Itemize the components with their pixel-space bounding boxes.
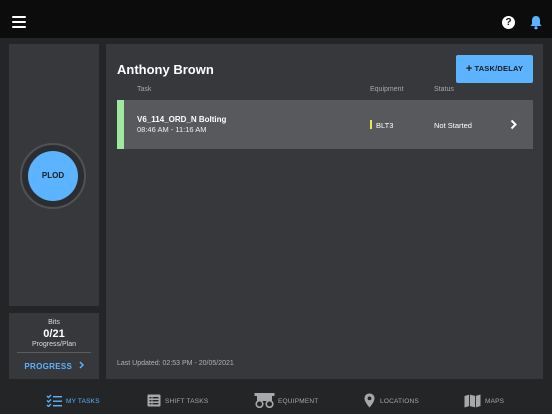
nav-shift-tasks[interactable]: SHIFT TASKS (147, 388, 211, 414)
column-header-task: Task (137, 86, 152, 93)
drill-rig-icon (254, 393, 275, 408)
equipment-marker (370, 120, 372, 129)
checklist-icon (46, 394, 62, 407)
task-name: V6_114_ORD_N Bolting (137, 115, 227, 124)
chevron-right-icon[interactable] (510, 119, 517, 130)
progress-summary: Bits 0/21 Progress/Plan PROGRESS (9, 313, 99, 379)
nav-locations[interactable]: LOCATIONS (364, 388, 422, 414)
task-time: 08:46 AM - 11:16 AM (137, 125, 207, 134)
task-row[interactable]: V6_114_ORD_N Bolting 08:46 AM - 11:16 AM… (117, 100, 533, 149)
map-pin-icon (364, 393, 375, 408)
progress-button-label: PROGRESS (24, 362, 73, 371)
nav-my-tasks-label: MY TASKS (66, 398, 100, 405)
last-updated: Last Updated: 02:53 PM - 20/05/2021 (117, 360, 234, 367)
top-bar: ? (0, 0, 552, 38)
nav-maps[interactable]: MAPS (464, 388, 506, 414)
task-list-panel: Anthony Brown + TASK/DELAY Task Equipment… (106, 44, 543, 379)
operator-name: Anthony Brown (117, 62, 214, 77)
add-task-delay-label: TASK/DELAY (474, 64, 524, 73)
task-status: Not Started (434, 121, 472, 130)
plod-panel: PLOD (9, 44, 99, 306)
stats-subtitle: Progress/Plan (32, 341, 76, 348)
column-header-equipment: Equipment (370, 86, 404, 93)
task-equipment: BLT3 (376, 121, 394, 130)
plus-icon: + (465, 63, 473, 75)
nav-equipment-label: EQUIPMENT (278, 398, 319, 405)
nav-maps-label: MAPS (485, 398, 505, 405)
column-header-status: Status (434, 86, 454, 93)
progress-button[interactable]: PROGRESS (9, 357, 99, 377)
stats-value: 0/21 (43, 328, 65, 340)
stats-divider (17, 352, 91, 353)
list-box-icon (147, 394, 161, 407)
task-row-accent (117, 100, 124, 149)
nav-equipment[interactable]: EQUIPMENT (254, 388, 320, 414)
chevron-right-icon (79, 361, 84, 369)
bell-icon[interactable] (529, 15, 543, 30)
help-icon[interactable]: ? (502, 16, 515, 29)
plod-button[interactable]: PLOD (28, 151, 78, 201)
nav-my-tasks[interactable]: MY TASKS (46, 388, 106, 414)
add-task-delay-button[interactable]: + TASK/DELAY (456, 55, 533, 83)
stats-title: Bits (48, 319, 60, 326)
bottom-nav: MY TASKS SHIFT TASKS EQUIPMENT LOCATIONS (0, 388, 552, 414)
nav-locations-label: LOCATIONS (380, 398, 419, 405)
plod-ring: PLOD (20, 143, 86, 209)
folded-map-icon (464, 394, 481, 408)
nav-shift-tasks-label: SHIFT TASKS (165, 398, 209, 405)
hamburger-menu-icon[interactable] (12, 16, 26, 28)
